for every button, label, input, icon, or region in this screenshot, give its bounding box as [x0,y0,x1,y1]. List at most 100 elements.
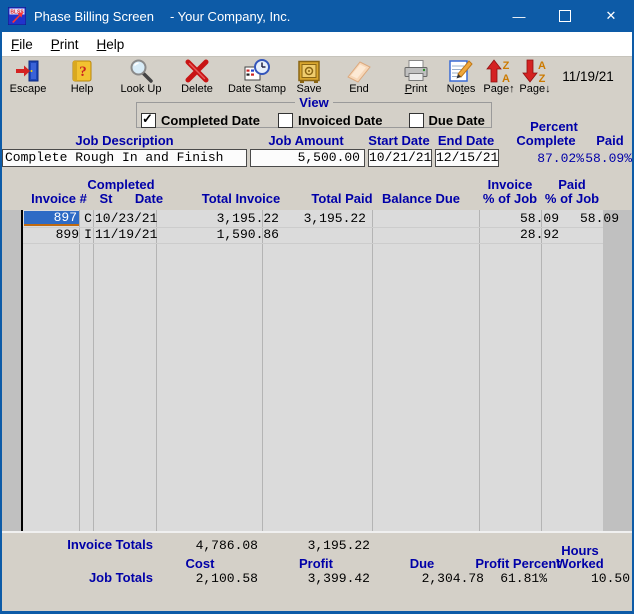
invoice-row[interactable]: 897 C 10/23/21 3,195.22 3,195.22 58.09 5… [23,211,603,228]
job-totals-label: Job Totals [33,571,153,585]
end-date-label: End Date [433,134,499,148]
escape-door-icon [15,58,41,84]
delete-label: Delete [172,84,222,95]
profit-value: 3,399.42 [270,571,370,586]
completed-date-checkbox[interactable] [141,113,156,128]
invoice-total-value: 4,786.08 [158,538,258,553]
due-date-checkbox[interactable] [409,113,424,128]
grid-left-edge [21,210,23,531]
cell-invoice-pct: 28.92 [459,227,559,242]
minimize-button[interactable]: — [496,0,542,32]
date-stamp-label: Date Stamp [224,84,290,95]
lookup-button[interactable]: Look Up [112,58,170,96]
cell-completed-date: 11/19/21 [95,227,157,242]
header-completed: Completed [76,178,166,192]
page-down-icon: A Z [522,58,548,84]
profit-label: Profit [285,557,347,571]
phase-billing-window: BLSS Phase Billing Screen - Your Company… [0,0,634,614]
start-date-field[interactable]: 10/21/21 [368,149,432,167]
percent-complete-label: Complete [504,134,588,148]
view-group: View Completed Date Invoiced Date Due Da… [136,95,492,128]
page-down-button[interactable]: A Z Page↓ [516,58,554,96]
invoice-grid: 897 C 10/23/21 3,195.22 3,195.22 58.09 5… [2,210,632,533]
menu-print[interactable]: Print [42,37,88,52]
red-x-icon [184,58,210,84]
page-down-label: Page↓ [516,84,554,95]
worked-label: Worked [545,557,615,571]
menu-file[interactable]: File [2,37,42,52]
cost-label: Cost [170,557,230,571]
header-total-invoice: Total Invoice [191,192,291,206]
percent-paid-value: 58.09% [584,151,632,166]
svg-text:A: A [538,60,546,72]
minimize-icon: — [513,9,526,24]
due-label: Due [392,557,452,571]
profit-percent-value: 61.81% [449,571,547,586]
view-group-title: View [295,95,332,110]
page-up-button[interactable]: Z A Page↑ [480,58,518,96]
hours-worked-value: 10.50 [540,571,630,586]
paid-total-value: 3,195.22 [270,538,370,553]
header-invoice-number: Invoice # [18,192,100,206]
end-button[interactable]: End [336,58,382,96]
grid-right-gutter[interactable] [603,210,632,531]
invoice-totals-label: Invoice Totals [33,538,153,552]
grid-left-gutter [2,210,21,531]
cell-total-invoice: 1,590.86 [179,227,279,242]
job-description-field[interactable]: Complete Rough In and Finish [2,149,247,167]
escape-button[interactable]: Escape [4,58,52,96]
svg-text:?: ? [79,64,87,80]
job-amount-field[interactable]: 5,500.00 [250,149,365,167]
delete-button[interactable]: Delete [172,58,222,96]
toolbar: Escape ? Help Look Up Delete [2,56,632,98]
invoice-row[interactable]: 899 I 11/19/21 1,590.86 28.92 [23,227,603,244]
menu-help[interactable]: Help [88,37,134,52]
header-balance-due: Balance Due [371,192,471,206]
cell-total-invoice: 3,195.22 [179,211,279,226]
calendar-clock-icon [244,58,270,84]
job-description-label: Job Description [2,134,247,148]
invoiced-date-checkbox[interactable] [278,113,293,128]
window-subtitle: - Your Company, Inc. [170,9,290,24]
print-button[interactable]: Print [392,58,440,96]
header-paid-pct: % of Job [532,192,612,206]
safe-icon [296,58,322,84]
end-label: End [336,84,382,95]
close-button[interactable]: ✕ [588,0,634,32]
percent-label: Percent [508,120,600,134]
percent-paid-label: Paid [588,134,632,148]
help-button[interactable]: ? Help [58,58,106,96]
current-date: 11/19/21 [550,69,626,84]
menu-bar: File Print Help [2,32,632,56]
notes-button[interactable]: Notes [439,58,483,96]
maximize-button[interactable] [542,0,588,32]
save-label: Save [286,84,332,95]
end-date-field[interactable]: 12/15/21 [435,149,499,167]
col-sep-balancedue-invoicepct [479,210,480,531]
date-stamp-button[interactable]: Date Stamp [224,58,290,96]
close-icon: ✕ [606,8,617,24]
window-title: Phase Billing Screen [34,9,154,24]
cell-invoice-number-selected[interactable]: 897 [24,211,79,226]
completed-date-label: Completed Date [161,113,260,128]
invoiced-date-label: Invoiced Date [298,113,383,128]
escape-label: Escape [4,84,52,95]
due-date-label: Due Date [429,113,485,128]
col-sep-date-totalinvoice [156,210,157,531]
header-paid-pct-top: Paid [532,178,612,192]
print-label: Print [392,84,440,95]
job-amount-label: Job Amount [250,134,362,148]
page-up-icon: Z A [486,58,512,84]
maximize-icon [559,10,571,22]
col-sep-st-date [93,210,94,531]
percent-complete-value: 87.02% [500,151,584,166]
envelope-icon [346,58,372,84]
printer-icon [403,58,429,84]
cell-status: I [82,227,94,242]
help-book-icon: ? [69,58,95,84]
cell-status: C [82,211,94,226]
save-button[interactable]: Save [286,58,332,96]
header-date: Date [119,192,179,206]
notepad-icon [448,58,474,84]
magnifier-icon [128,58,154,84]
